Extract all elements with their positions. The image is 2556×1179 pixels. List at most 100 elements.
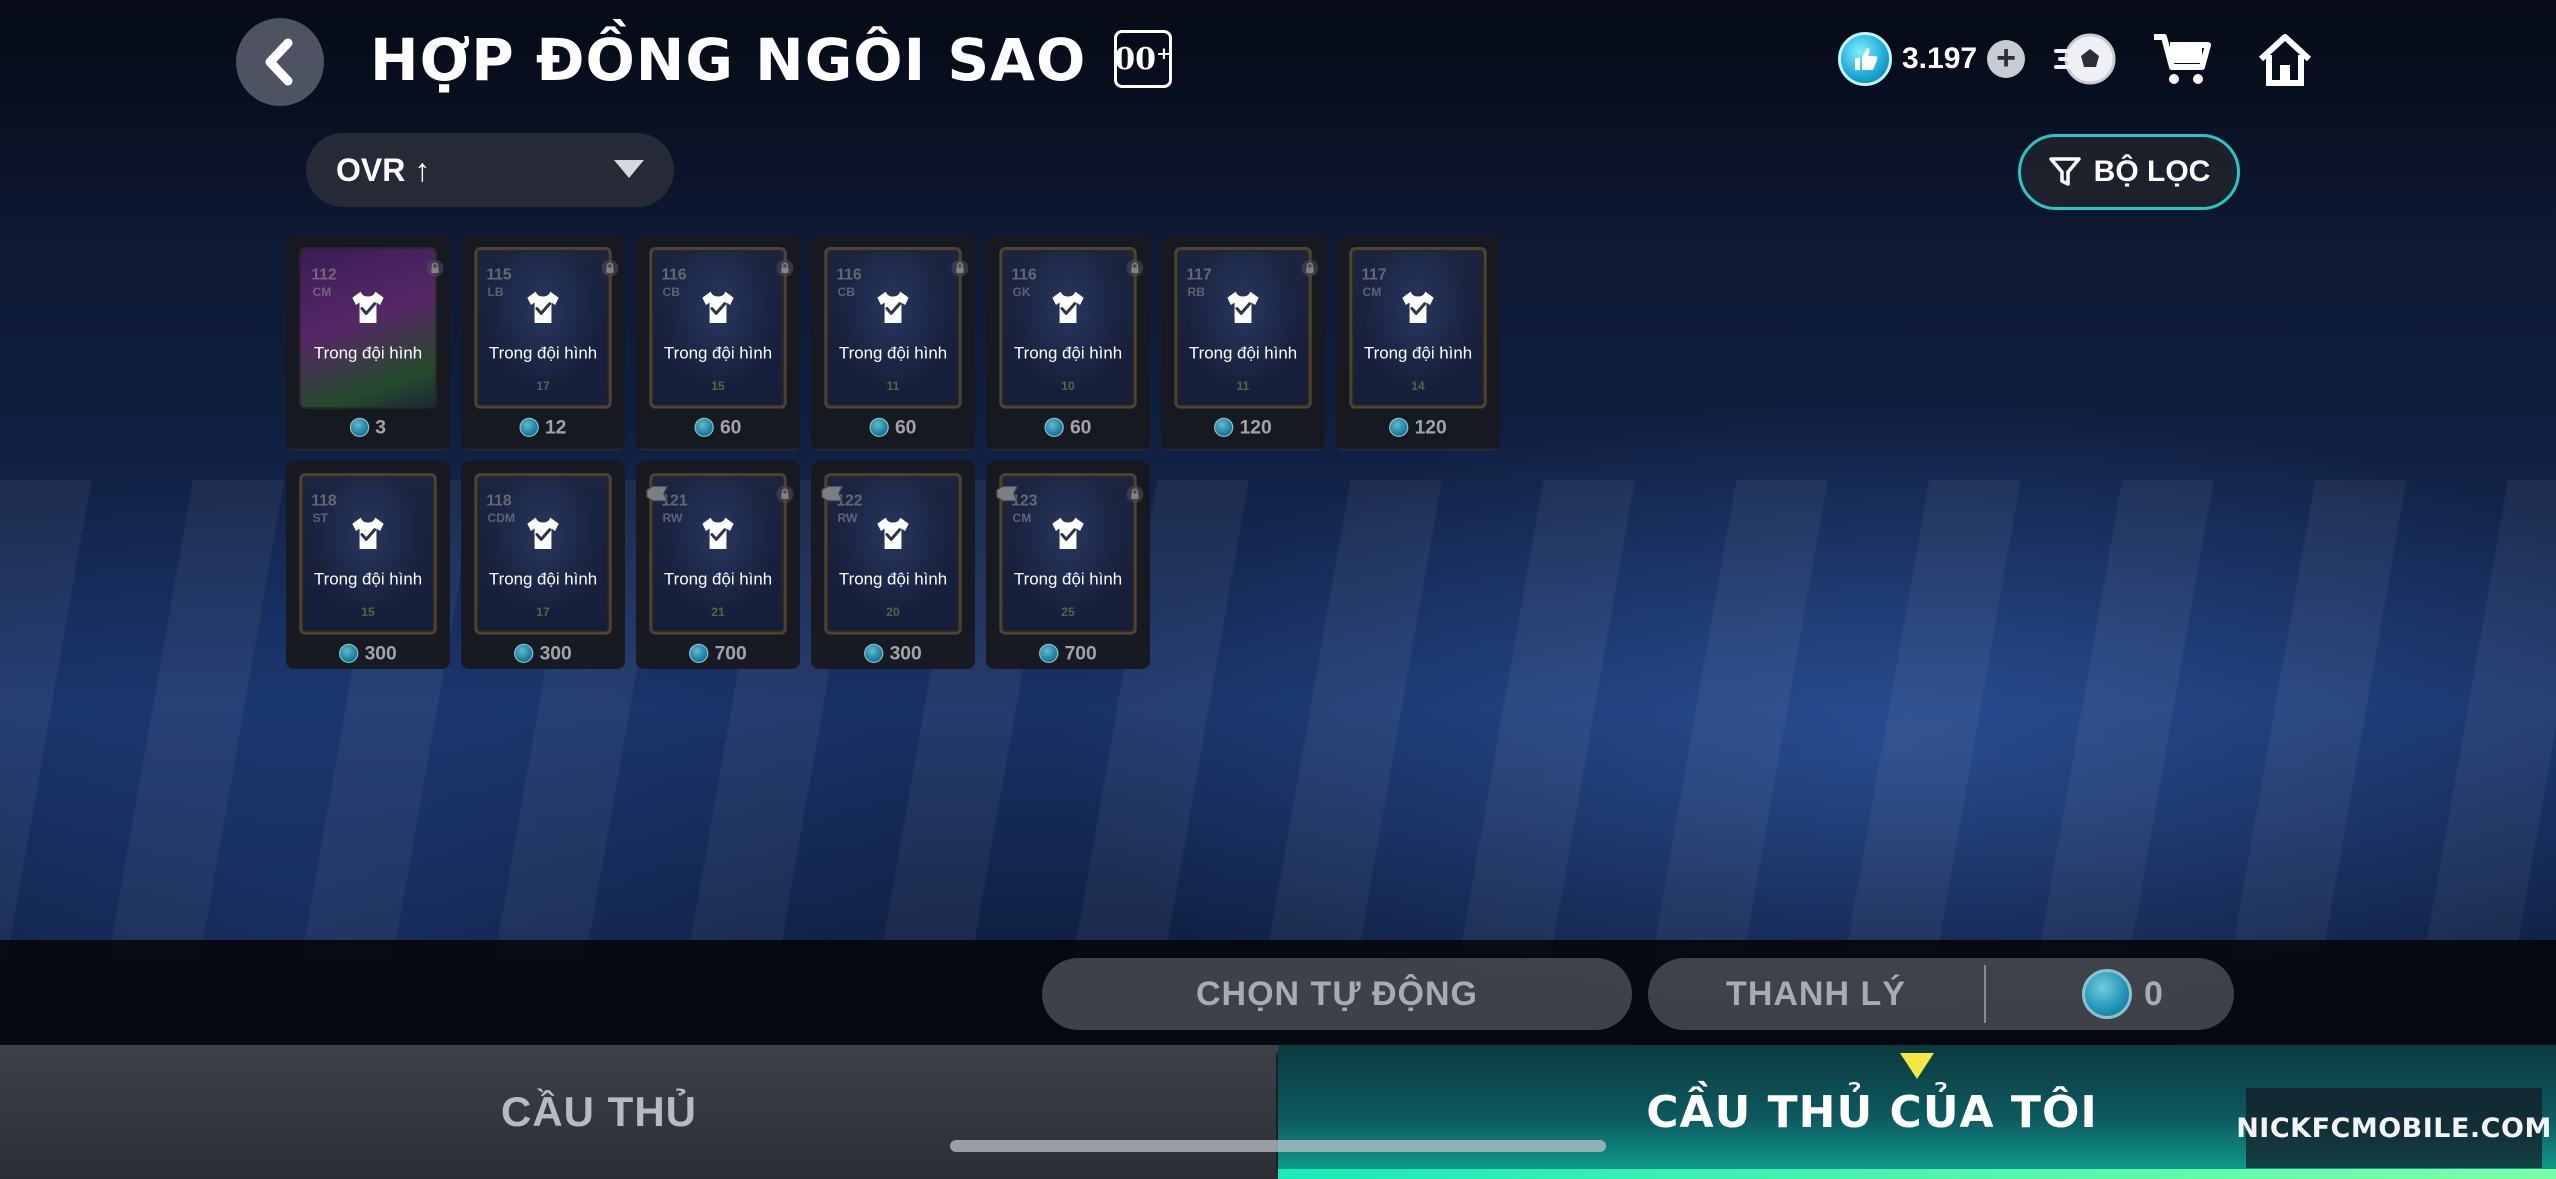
card-status: Trong đội hình — [663, 569, 773, 589]
price-value: 700 — [1064, 641, 1097, 664]
dropdown-arrow-icon — [614, 160, 644, 178]
card-price: 120 — [1336, 416, 1500, 438]
card-status: Trong đội hình — [1188, 343, 1298, 363]
shop-cart-icon[interactable] — [2146, 24, 2216, 94]
jersey-check-icon — [1402, 291, 1434, 324]
tab-players[interactable]: CẦU THỦ — [0, 1045, 1278, 1179]
coin-icon — [1039, 643, 1059, 663]
card-price: 300 — [461, 642, 625, 664]
card-status: Trong đội hình — [313, 569, 423, 589]
active-tab-indicator-icon — [1900, 1053, 1934, 1079]
price-value: 300 — [889, 641, 922, 664]
coin-icon — [1214, 417, 1234, 437]
card-status: Trong đội hình — [1013, 569, 1123, 589]
coin-icon — [2082, 969, 2132, 1019]
card-status: Trong đội hình — [663, 343, 773, 363]
system-home-indicator[interactable] — [950, 1140, 1606, 1152]
player-card[interactable]: 121 RW 21 Trong đội hình 700 — [636, 461, 800, 669]
coin-icon — [1389, 417, 1409, 437]
jersey-check-icon — [352, 291, 384, 324]
watermark: NICKFCMOBILE.COM — [2236, 1088, 2551, 1168]
home-icon[interactable] — [2250, 24, 2320, 94]
tab-my-players-label: CẦU THỦ CỦA TÔI — [1646, 1086, 2098, 1138]
jersey-check-icon — [1052, 291, 1084, 324]
title-badge: 00⁺ — [1114, 30, 1172, 88]
player-card[interactable]: 116 GK 10 Trong đội hình 60 — [986, 235, 1150, 451]
card-overlay — [986, 461, 1150, 669]
card-status: Trong đội hình — [1363, 343, 1473, 363]
card-price: 60 — [636, 416, 800, 438]
coin-icon — [339, 643, 359, 663]
player-card[interactable]: 118 CDM 17 Trong đội hình 300 — [461, 461, 625, 669]
jersey-check-icon — [702, 291, 734, 324]
card-price: 120 — [1161, 416, 1325, 438]
card-price: 60 — [986, 416, 1150, 438]
sort-label: OVR ↑ — [336, 151, 431, 188]
coin-icon — [519, 417, 539, 437]
card-overlay — [811, 461, 975, 669]
player-card[interactable]: 117 RB 11 Trong đội hình 120 — [1161, 235, 1325, 451]
active-tab-underline — [1278, 1169, 2556, 1179]
back-button[interactable] — [236, 18, 324, 106]
player-card[interactable]: 116 CB 15 Trong đội hình 60 — [636, 235, 800, 451]
currency-value: 3.197 — [1902, 42, 1978, 75]
chevron-left-icon — [265, 38, 293, 86]
jersey-check-icon — [1227, 291, 1259, 324]
player-card[interactable]: 115 LB 17 Trong đội hình 12 — [461, 235, 625, 451]
player-card[interactable]: 117 CM 14 Trong đội hình 120 — [1336, 235, 1500, 451]
currency-display: 3.197 + — [1838, 26, 2026, 92]
bottom-tabs: CẦU THỦ CẦU THỦ CỦA TÔI — [0, 1045, 2556, 1179]
jersey-check-icon — [1052, 517, 1084, 550]
card-price: 300 — [286, 642, 450, 664]
card-price: 700 — [986, 642, 1150, 664]
coin-icon — [689, 643, 709, 663]
sell-label: THANH LÝ — [1726, 974, 1906, 1013]
card-price: 300 — [811, 642, 975, 664]
card-price: 12 — [461, 416, 625, 438]
price-value: 60 — [894, 415, 917, 438]
price-value: 120 — [1414, 415, 1447, 438]
sell-amount: 0 — [1986, 969, 2163, 1019]
price-value: 60 — [719, 415, 742, 438]
sort-dropdown[interactable]: OVR ↑ — [306, 133, 674, 207]
card-status: Trong đội hình — [488, 569, 598, 589]
player-card[interactable]: 122 RW 20 Trong đội hình 300 — [811, 461, 975, 669]
card-price: 60 — [811, 416, 975, 438]
coin-icon — [349, 417, 370, 437]
coin-icon — [864, 643, 884, 663]
auto-select-label: CHỌN TỰ ĐỘNG — [1196, 974, 1478, 1013]
price-value: 300 — [364, 641, 397, 664]
add-currency-button[interactable]: + — [1987, 40, 2026, 78]
player-card[interactable]: 118 ST 15 Trong đội hình 300 — [286, 461, 450, 669]
coin-icon — [694, 417, 714, 437]
card-status: Trong đội hình — [313, 343, 423, 363]
page-title: HỢP ĐỒNG NGÔI SAO — [370, 26, 1087, 94]
price-value: 300 — [539, 641, 572, 664]
filter-button[interactable]: BỘ LỌC — [2018, 134, 2240, 210]
card-overlay — [636, 461, 800, 669]
coin-icon — [514, 643, 534, 663]
jersey-check-icon — [702, 517, 734, 550]
card-overlay — [286, 461, 450, 669]
player-card[interactable]: 116 CB 11 Trong đội hình 60 — [811, 235, 975, 451]
sell-button[interactable]: THANH LÝ 0 — [1648, 958, 2234, 1030]
jersey-check-icon — [877, 291, 909, 324]
auto-select-button[interactable]: CHỌN TỰ ĐỘNG — [1042, 958, 1632, 1030]
sell-amount-value: 0 — [2144, 974, 2163, 1013]
watermark-text: NICKFCMOBILE.COM — [2236, 1112, 2552, 1144]
price-value: 700 — [714, 641, 747, 664]
card-price: 700 — [636, 642, 800, 664]
price-value: 120 — [1239, 415, 1272, 438]
jersey-check-icon — [527, 291, 559, 324]
card-overlay — [461, 461, 625, 669]
player-card[interactable]: 112 CM Trong đội hình 3 — [286, 235, 450, 451]
filter-icon — [2048, 157, 2081, 186]
jersey-check-icon — [352, 517, 384, 550]
filter-label: BỘ LỌC — [2093, 155, 2211, 188]
jersey-check-icon — [877, 517, 909, 550]
jersey-check-icon — [527, 517, 559, 550]
card-status: Trong đội hình — [488, 343, 598, 363]
football-icon[interactable] — [2050, 24, 2120, 94]
tab-players-label: CẦU THỦ — [501, 1088, 697, 1135]
player-card[interactable]: 123 CM 25 Trong đội hình 700 — [986, 461, 1150, 669]
